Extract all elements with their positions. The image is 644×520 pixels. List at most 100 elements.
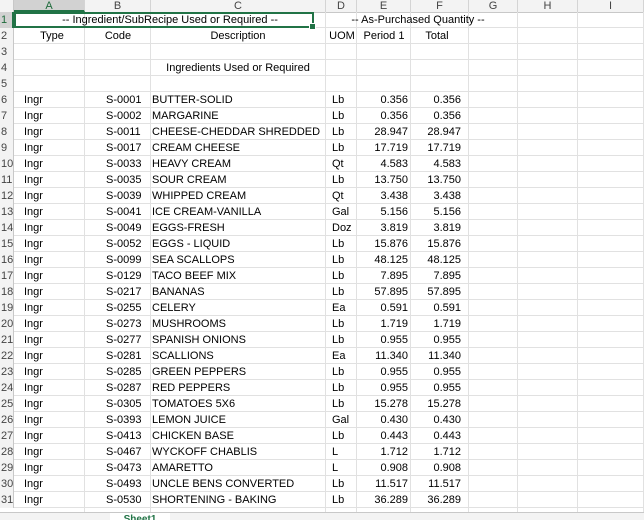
cell-description[interactable]: EGGS-FRESH (152, 220, 327, 236)
cell-period1[interactable]: 13.750 (358, 172, 408, 188)
cell-description[interactable]: WHIPPED CREAM (152, 188, 327, 204)
cell-type[interactable]: Ingr (24, 444, 84, 460)
cell-period1[interactable]: 15.876 (358, 236, 408, 252)
cell-total[interactable]: 28.947 (411, 124, 461, 140)
cell-type[interactable]: Ingr (24, 348, 84, 364)
column-header-d[interactable]: D (326, 0, 357, 12)
cell-type[interactable]: Ingr (24, 140, 84, 156)
header-period1[interactable]: Period 1 (358, 28, 410, 44)
cell-total[interactable]: 11.340 (411, 348, 461, 364)
cell-type[interactable]: Ingr (24, 156, 84, 172)
cell-code[interactable]: S-0041 (106, 204, 158, 220)
row-header-19[interactable]: 19 (0, 300, 14, 316)
cell-description[interactable]: HEAVY CREAM (152, 156, 327, 172)
row-header-4[interactable]: 4 (0, 60, 14, 76)
cell-period1[interactable]: 0.356 (358, 92, 408, 108)
cell-type[interactable]: Ingr (24, 108, 84, 124)
cell-total[interactable]: 0.356 (411, 108, 461, 124)
select-all-corner[interactable] (0, 0, 14, 12)
cell-code[interactable]: S-0493 (106, 476, 158, 492)
cell-total[interactable]: 36.289 (411, 492, 461, 508)
cell-description[interactable]: GREEN PEPPERS (152, 364, 327, 380)
cell-code[interactable]: S-0002 (106, 108, 158, 124)
cell-description[interactable]: BUTTER-SOLID (152, 92, 327, 108)
cell-total[interactable]: 7.895 (411, 268, 461, 284)
cell-period1[interactable]: 0.430 (358, 412, 408, 428)
row-header-23[interactable]: 23 (0, 364, 14, 380)
cell-type[interactable]: Ingr (24, 428, 84, 444)
row-header-10[interactable]: 10 (0, 156, 14, 172)
row-header-24[interactable]: 24 (0, 380, 14, 396)
cell-code[interactable]: S-0273 (106, 316, 158, 332)
row-header-27[interactable]: 27 (0, 428, 14, 444)
row-header-30[interactable]: 30 (0, 476, 14, 492)
cell-total[interactable]: 0.591 (411, 300, 461, 316)
cell-type[interactable]: Ingr (24, 412, 84, 428)
header-description[interactable]: Description (148, 28, 328, 44)
cell-period1[interactable]: 28.947 (358, 124, 408, 140)
row-header-26[interactable]: 26 (0, 412, 14, 428)
cell-total[interactable]: 17.719 (411, 140, 461, 156)
row-header-20[interactable]: 20 (0, 316, 14, 332)
row-header-12[interactable]: 12 (0, 188, 14, 204)
cell-code[interactable]: S-0049 (106, 220, 158, 236)
row-header-28[interactable]: 28 (0, 444, 14, 460)
cell-type[interactable]: Ingr (24, 332, 84, 348)
cell-period1[interactable]: 0.955 (358, 332, 408, 348)
cell-total[interactable]: 0.955 (411, 364, 461, 380)
cell-code[interactable]: S-0287 (106, 380, 158, 396)
cell-total[interactable]: 11.517 (411, 476, 461, 492)
cell-type[interactable]: Ingr (24, 92, 84, 108)
row-header-6[interactable]: 6 (0, 92, 14, 108)
cell-code[interactable]: S-0011 (106, 124, 158, 140)
cell-description[interactable]: SEA SCALLOPS (152, 252, 327, 268)
cell-description[interactable]: EGGS - LIQUID (152, 236, 327, 252)
row-header-21[interactable]: 21 (0, 332, 14, 348)
column-header-a[interactable]: A (14, 0, 85, 12)
row-header-11[interactable]: 11 (0, 172, 14, 188)
cell-period1[interactable]: 4.583 (358, 156, 408, 172)
cell-type[interactable]: Ingr (24, 204, 84, 220)
cell-period1[interactable]: 0.356 (358, 108, 408, 124)
cell-total[interactable]: 3.819 (411, 220, 461, 236)
row-header-31[interactable]: 31 (0, 492, 14, 508)
header-total[interactable]: Total (411, 28, 463, 44)
cell-total[interactable]: 48.125 (411, 252, 461, 268)
cell-type[interactable]: Ingr (24, 220, 84, 236)
cell-code[interactable]: S-0393 (106, 412, 158, 428)
cell-type[interactable]: Ingr (24, 476, 84, 492)
cell-code[interactable]: S-0305 (106, 396, 158, 412)
row-header-9[interactable]: 9 (0, 140, 14, 156)
cell-period1[interactable]: 11.517 (358, 476, 408, 492)
cell-code[interactable]: S-0255 (106, 300, 158, 316)
cell-type[interactable]: Ingr (24, 364, 84, 380)
cell-total[interactable]: 1.719 (411, 316, 461, 332)
cell-period1[interactable]: 0.443 (358, 428, 408, 444)
cell-period1[interactable]: 1.712 (358, 444, 408, 460)
cell-total[interactable]: 13.750 (411, 172, 461, 188)
cell-code[interactable]: S-0281 (106, 348, 158, 364)
cell-type[interactable]: Ingr (24, 236, 84, 252)
cell-description[interactable]: ICE CREAM-VANILLA (152, 204, 327, 220)
cell-description[interactable]: LEMON JUICE (152, 412, 327, 428)
cell-description[interactable]: SHORTENING - BAKING (152, 492, 327, 508)
cell-total[interactable]: 0.430 (411, 412, 461, 428)
cell-description[interactable]: SCALLIONS (152, 348, 327, 364)
cell-total[interactable]: 0.443 (411, 428, 461, 444)
cell-type[interactable]: Ingr (24, 300, 84, 316)
cell-description[interactable]: MARGARINE (152, 108, 327, 124)
cell-total[interactable]: 5.156 (411, 204, 461, 220)
row-header-3[interactable]: 3 (0, 44, 14, 60)
cell-code[interactable]: S-0467 (106, 444, 158, 460)
cell-description[interactable]: CELERY (152, 300, 327, 316)
cell-type[interactable]: Ingr (24, 492, 84, 508)
cell-total[interactable]: 0.908 (411, 460, 461, 476)
row-header-14[interactable]: 14 (0, 220, 14, 236)
cell-type[interactable]: Ingr (24, 460, 84, 476)
cell-type[interactable]: Ingr (24, 252, 84, 268)
cell-code[interactable]: S-0033 (106, 156, 158, 172)
row-header-7[interactable]: 7 (0, 108, 14, 124)
row-header-17[interactable]: 17 (0, 268, 14, 284)
cell-code[interactable]: S-0035 (106, 172, 158, 188)
fill-handle[interactable] (309, 23, 316, 30)
